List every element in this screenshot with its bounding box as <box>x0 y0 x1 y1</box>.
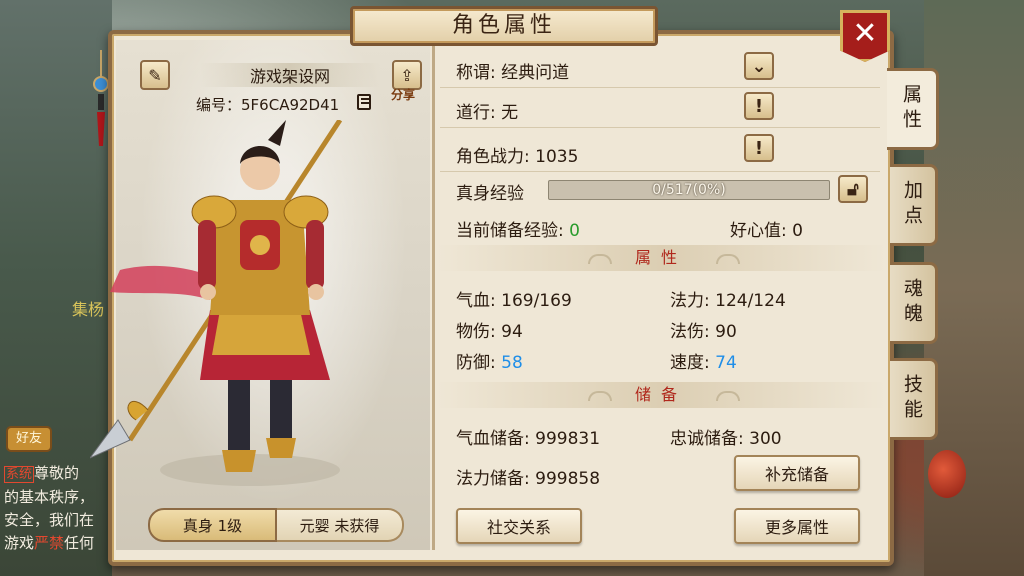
chat-line: 安全，我们在 <box>4 511 95 529</box>
speed-value: 74 <box>715 353 737 373</box>
stored-exp: 当前储备经验: 0 <box>456 216 580 241</box>
power-label: 角色战力: 1035 <box>456 147 579 167</box>
defense-label: 防御: <box>456 353 502 373</box>
tab-soul[interactable]: 魂魄 <box>890 262 938 344</box>
exp-lock-button[interactable]: 🔓︎ <box>838 175 868 203</box>
chat-line: 任何 <box>64 534 95 552</box>
hp-reserve: 气血储备: 999831 <box>456 429 601 449</box>
exp-bar-text: 0/517(0%) <box>652 182 726 198</box>
chat-line: 游戏 <box>4 534 35 552</box>
speed-label: 速度: <box>670 353 716 373</box>
title-row: 称谓: 经典问道 <box>440 48 880 88</box>
panel-divider <box>432 40 435 550</box>
cloud-ornament-icon <box>588 254 612 264</box>
social-relations-button[interactable]: 社交关系 <box>456 508 582 544</box>
exp-label: 真身经验 <box>456 184 524 204</box>
exclamation-icon: ! <box>754 137 764 159</box>
lantern-decoration <box>928 450 966 498</box>
cloud-ornament-icon <box>716 391 740 401</box>
character-id: 编号：5F6CA92D41 <box>196 96 340 114</box>
magic-damage-stat: 法伤: 90 <box>670 322 737 342</box>
share-icon: ⇪ <box>400 65 414 85</box>
power-row: 角色战力: 1035 <box>440 132 880 172</box>
defense-stat: 防御: 58 <box>456 348 523 373</box>
loyalty-reserve: 忠诚储备: 300 <box>670 429 782 449</box>
tab-true-body[interactable]: 真身 1级 <box>148 508 277 542</box>
tab-add-points[interactable]: 加点 <box>890 164 938 246</box>
chat-highlight: 严禁 <box>34 534 65 552</box>
chat-system-tag: 系统 <box>4 466 35 483</box>
reserves-header: 储备 <box>436 382 886 408</box>
stored-exp-label: 当前储备经验: <box>456 221 570 241</box>
daoxing-label: 道行: 无 <box>456 103 519 123</box>
friend-badge[interactable]: 好友 <box>6 426 52 452</box>
kindness-value: 好心值: 0 <box>730 221 803 241</box>
speed-stat: 速度: 74 <box>670 348 737 373</box>
share-label[interactable]: 分享 <box>391 86 415 103</box>
character-name: 游戏架设网 <box>200 63 380 87</box>
more-attributes-button[interactable]: 更多属性 <box>734 508 860 544</box>
exp-bar: 0/517(0%) <box>548 180 830 200</box>
copy-icon[interactable] <box>357 94 371 110</box>
pencil-icon: ✎ <box>148 65 162 85</box>
power-info-button[interactable]: ! <box>744 134 774 162</box>
daoxing-info-button[interactable]: ! <box>744 92 774 120</box>
attributes-header: 属性 <box>436 245 886 271</box>
chevron-down-icon: ⌄ <box>751 55 767 77</box>
chat-line: 尊敬的 <box>34 464 80 482</box>
title-label: 称谓: 经典问道 <box>456 63 570 83</box>
hp-stat: 气血: 169/169 <box>456 291 572 311</box>
edit-name-button[interactable]: ✎ <box>140 60 170 90</box>
daoxing-row: 道行: 无 <box>440 88 880 128</box>
unlock-icon: 🔓︎ <box>847 178 859 200</box>
form-tabs: 真身 1级 元婴 未获得 <box>148 508 404 542</box>
panel-title: 角色属性 <box>350 6 658 46</box>
tab-attributes[interactable]: 属性 <box>887 68 939 150</box>
title-dropdown-button[interactable]: ⌄ <box>744 52 774 80</box>
tab-skills[interactable]: 技能 <box>890 358 938 440</box>
cloud-ornament-icon <box>588 391 612 401</box>
refill-reserve-button[interactable]: 补充储备 <box>734 455 860 491</box>
mp-stat: 法力: 124/124 <box>670 291 786 311</box>
mp-reserve: 法力储备: 999858 <box>456 469 601 489</box>
cloud-ornament-icon <box>716 254 740 264</box>
tab-yuanying[interactable]: 元婴 未获得 <box>277 508 404 542</box>
defense-value: 58 <box>501 353 523 373</box>
character-figure <box>90 120 343 486</box>
phys-damage-stat: 物伤: 94 <box>456 322 523 342</box>
stored-exp-value: 0 <box>569 221 580 241</box>
exclamation-icon: ! <box>754 95 764 117</box>
